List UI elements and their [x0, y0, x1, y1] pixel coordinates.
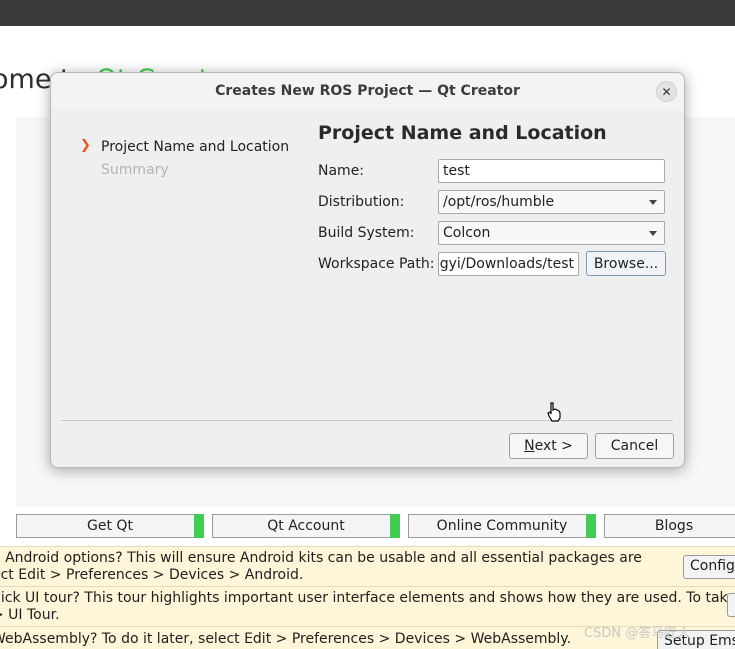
browse-button[interactable]: Browse... — [586, 251, 666, 276]
build-system-value: Colcon — [443, 225, 491, 241]
step-summary: Summary — [101, 162, 169, 178]
window-top-bar — [0, 0, 735, 26]
notice-ui-tour-line-2: > UI Tour. — [0, 607, 60, 623]
dialog-titlebar: Creates New ROS Project — Qt Creator ✕ — [51, 73, 684, 109]
distribution-select[interactable]: /opt/ros/humble — [438, 190, 665, 214]
notice-ui-tour-line-1: uick UI tour? This tour highlights impor… — [0, 590, 735, 606]
blogs-button[interactable]: Blogs — [604, 514, 735, 538]
online-community-button[interactable]: Online Community — [408, 514, 596, 538]
dialog-title: Creates New ROS Project — Qt Creator — [215, 83, 520, 99]
build-system-select[interactable]: Colcon — [438, 221, 665, 245]
current-step-arrow-icon: ❯ — [80, 138, 91, 153]
take-ui-tour-button[interactable] — [727, 593, 735, 617]
name-label: Name: — [318, 163, 365, 179]
name-input[interactable]: test — [438, 159, 665, 183]
hand-cursor-icon — [547, 402, 561, 422]
page-heading: Project Name and Location — [318, 122, 607, 144]
workspace-path-input[interactable]: ngyi/Downloads/test — [438, 252, 579, 276]
welcome-links-row: Get Qt Qt Account Online Community Blogs — [0, 514, 735, 540]
workspace-path-label: Workspace Path: — [318, 256, 435, 272]
notice-webassembly-line-1: WebAssembly? To do it later, select Edit… — [0, 631, 572, 647]
distribution-value: /opt/ros/humble — [443, 194, 555, 210]
watermark: CSDN @答马匠人 — [584, 626, 691, 641]
new-ros-project-dialog: Creates New ROS Project — Qt Creator ✕ ❯… — [50, 72, 685, 468]
build-system-label: Build System: — [318, 225, 415, 241]
notice-android-line-1: e Android options? This will ensure Andr… — [0, 550, 642, 566]
notice-android: e Android options? This will ensure Andr… — [0, 546, 735, 586]
distribution-label: Distribution: — [318, 194, 405, 210]
configure-android-button[interactable]: Config — [683, 555, 735, 579]
get-qt-button[interactable]: Get Qt — [16, 514, 204, 538]
cancel-button[interactable]: Cancel — [595, 433, 674, 459]
step-label: Project Name and Location — [101, 139, 290, 155]
notice-android-line-2: ect Edit > Preferences > Devices > Andro… — [0, 567, 304, 583]
chevron-down-icon — [649, 200, 657, 205]
qt-account-button[interactable]: Qt Account — [212, 514, 400, 538]
chevron-down-icon — [649, 231, 657, 236]
button-separator — [61, 420, 673, 421]
close-icon[interactable]: ✕ — [656, 81, 677, 102]
notice-ui-tour: uick UI tour? This tour highlights impor… — [0, 586, 735, 626]
next-button[interactable]: Next > — [509, 433, 588, 459]
